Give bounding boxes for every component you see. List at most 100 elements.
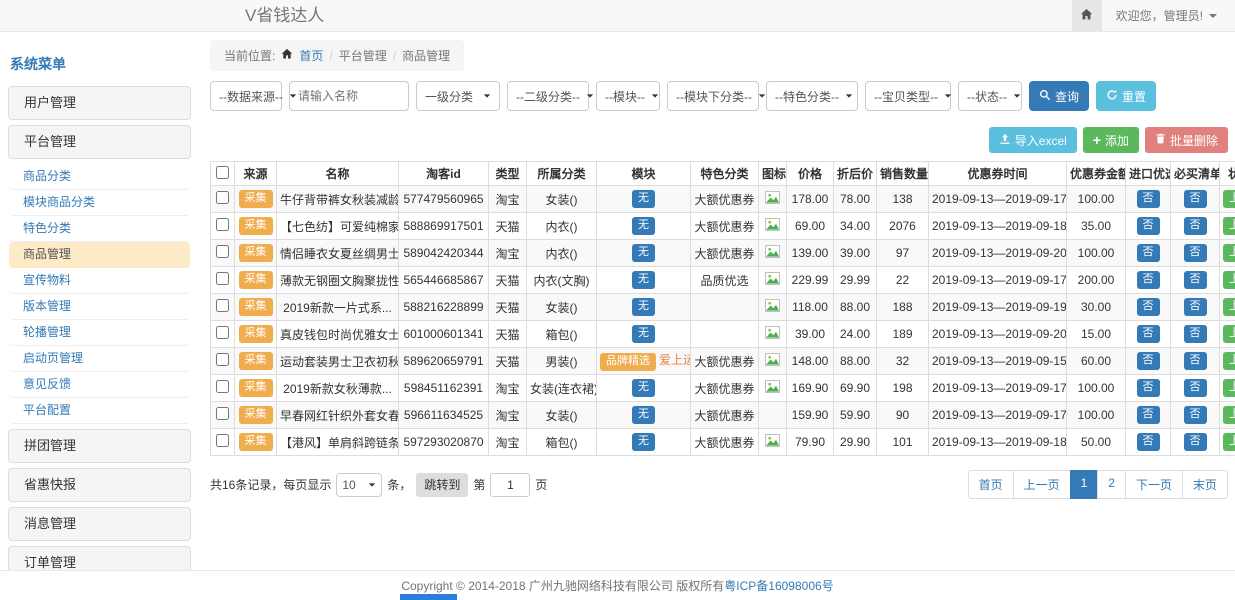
discount-price: 88.00: [834, 348, 877, 375]
name-input[interactable]: [289, 81, 409, 111]
sidebar-group[interactable]: 省惠快报: [8, 468, 191, 502]
data-source-select[interactable]: --数据来源--: [210, 81, 282, 111]
status-badge: 上架: [1223, 406, 1235, 423]
page-button[interactable]: 下一页: [1125, 470, 1183, 499]
sidebar-item[interactable]: 轮播管理: [9, 320, 190, 346]
sidebar-item[interactable]: 版本管理: [9, 294, 190, 320]
sidebar-item[interactable]: 模块商品分类: [9, 190, 190, 216]
icp-link[interactable]: 粤ICP备16098006号: [724, 577, 833, 594]
row-checkbox[interactable]: [216, 407, 229, 420]
chevron-down-icon: [759, 94, 765, 97]
sidebar-title: 系统菜单: [8, 44, 191, 86]
sidebar-item[interactable]: 商品管理: [9, 242, 190, 268]
filter-select[interactable]: --宝贝类型--: [865, 81, 951, 111]
source-badge: 采集: [239, 325, 273, 342]
user-menu[interactable]: 欢迎您，管理员!: [1102, 0, 1235, 31]
product-category: 女装(): [527, 186, 597, 213]
product-category: 女装(): [527, 402, 597, 429]
source-cell: 采集: [235, 348, 277, 375]
image-icon: [765, 301, 780, 315]
row-checkbox[interactable]: [216, 218, 229, 231]
row-checkbox-cell: [211, 186, 235, 213]
must-buy-badge: 否: [1184, 352, 1207, 369]
row-checkbox-cell: [211, 375, 235, 402]
product-name: 【七色纺】可爱纯棉家...: [277, 213, 399, 240]
status-cell: 上架: [1220, 402, 1235, 429]
page-button[interactable]: 1: [1070, 470, 1099, 499]
sidebar-item[interactable]: 意见反馈: [9, 372, 190, 398]
filter-select[interactable]: --状态--: [958, 81, 1022, 111]
sidebar-item[interactable]: 平台配置: [9, 398, 190, 424]
batch-delete-button[interactable]: 批量删除: [1145, 127, 1228, 153]
product-type: 天猫: [489, 321, 527, 348]
sidebar-item[interactable]: 商品分类: [9, 164, 190, 190]
discount-price: 39.00: [834, 240, 877, 267]
module-cell: 无: [597, 294, 691, 321]
filter-bar: --数据来源-- 一级分类--二级分类----模块----模块下分类----特色…: [210, 81, 1228, 111]
sidebar-group[interactable]: 拼团管理: [8, 429, 191, 463]
filter-select[interactable]: --模块--: [596, 81, 660, 111]
house-icon: [281, 48, 293, 63]
page-button[interactable]: 首页: [968, 470, 1014, 499]
module-badge: 无: [632, 298, 655, 315]
row-checkbox[interactable]: [216, 380, 229, 393]
sidebar-group[interactable]: 用户管理: [8, 86, 191, 120]
reset-button[interactable]: 重置: [1096, 81, 1156, 111]
row-checkbox-cell: [211, 240, 235, 267]
page-button[interactable]: 2: [1097, 470, 1126, 499]
page-number-input[interactable]: [490, 473, 530, 497]
must-buy-cell: 否: [1171, 429, 1220, 456]
product-name: 运动套装男士卫衣初秋...: [277, 348, 399, 375]
page-size-select[interactable]: 10: [336, 473, 382, 497]
page-button[interactable]: 上一页: [1013, 470, 1071, 499]
coupon-time: 2019-09-13—2019-09-15: [929, 348, 1067, 375]
filter-select[interactable]: --模块下分类--: [667, 81, 759, 111]
row-checkbox[interactable]: [216, 299, 229, 312]
sidebar-item[interactable]: 特色分类: [9, 216, 190, 242]
module-badge: 无: [632, 190, 655, 207]
page-button[interactable]: 末页: [1182, 470, 1228, 499]
row-checkbox[interactable]: [216, 191, 229, 204]
discount-price: 24.00: [834, 321, 877, 348]
taoke-id: 601000601341: [399, 321, 489, 348]
import-select-badge: 否: [1137, 190, 1160, 207]
import-excel-button[interactable]: 导入excel: [989, 127, 1077, 153]
status-badge: 上架: [1223, 325, 1235, 342]
coupon-amount: 15.00: [1067, 321, 1126, 348]
product-type: 淘宝: [489, 429, 527, 456]
sidebar-group[interactable]: 平台管理: [8, 125, 191, 159]
source-cell: 采集: [235, 321, 277, 348]
sidebar-group[interactable]: 订单管理: [8, 546, 191, 570]
row-checkbox[interactable]: [216, 245, 229, 258]
welcome-text: 欢迎您，管理员!: [1116, 7, 1203, 24]
filter-select[interactable]: --特色分类--: [766, 81, 858, 111]
breadcrumb-separator: /: [393, 49, 396, 63]
column-header: 图标: [759, 162, 787, 186]
row-checkbox[interactable]: [216, 272, 229, 285]
product-icon-cell: [759, 321, 787, 348]
module-cell: 无: [597, 321, 691, 348]
query-button[interactable]: 查询: [1029, 81, 1089, 111]
add-button[interactable]: + 添加: [1083, 127, 1139, 153]
taoke-id: 588216228899: [399, 294, 489, 321]
breadcrumb-home-link[interactable]: 首页: [299, 47, 323, 64]
row-checkbox[interactable]: [216, 353, 229, 366]
import-select-badge: 否: [1137, 244, 1160, 261]
filter-select[interactable]: --二级分类--: [507, 81, 589, 111]
must-buy-cell: 否: [1171, 348, 1220, 375]
row-checkbox-cell: [211, 429, 235, 456]
sidebar-item[interactable]: 启动页管理: [9, 346, 190, 372]
home-button[interactable]: [1072, 0, 1102, 31]
jump-button[interactable]: 跳转到: [416, 473, 468, 497]
sidebar-item[interactable]: 宣传物料: [9, 268, 190, 294]
filter-select[interactable]: 一级分类: [416, 81, 500, 111]
status-cell: 上架: [1220, 348, 1235, 375]
source-badge: 采集: [239, 271, 273, 288]
row-checkbox[interactable]: [216, 434, 229, 447]
row-checkbox[interactable]: [216, 326, 229, 339]
feature-category: 品质优选: [691, 267, 759, 294]
select-all-checkbox[interactable]: [216, 166, 229, 179]
module-cell: 无: [597, 429, 691, 456]
product-icon-cell: [759, 429, 787, 456]
sidebar-group[interactable]: 消息管理: [8, 507, 191, 541]
